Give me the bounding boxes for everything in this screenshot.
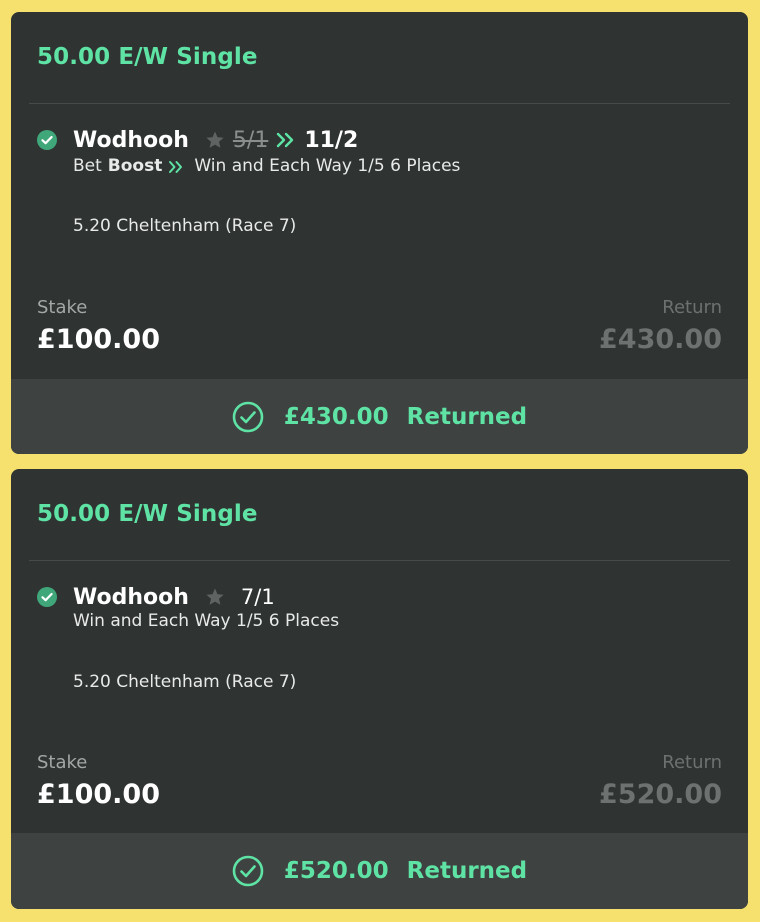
selection-name: Wodhooh — [73, 584, 189, 610]
each-way-terms: Win and Each Way 1/5 6 Places — [194, 156, 461, 176]
settlement-status: Returned — [406, 403, 528, 430]
settlement-footer: £430.00 Returned — [11, 379, 748, 454]
stake-value: £100.00 — [37, 779, 160, 810]
divider — [29, 560, 730, 561]
bet-card[interactable]: 50.00 E/W Single Wodhooh 7/1 Win and Eac… — [11, 469, 748, 909]
stake-label: Stake — [37, 752, 88, 773]
event-name[interactable]: 5.20 Cheltenham (Race 7) — [73, 672, 296, 692]
bet-boost-prefix: Bet — [73, 156, 102, 176]
return-label: Return — [662, 752, 722, 773]
star-icon[interactable] — [205, 587, 225, 607]
each-way-terms-row: Win and Each Way 1/5 6 Places — [73, 611, 339, 631]
stake-label: Stake — [37, 297, 88, 318]
odds: 7/1 — [240, 585, 275, 609]
check-circle-outline-icon — [232, 401, 264, 433]
star-icon[interactable] — [205, 130, 225, 150]
check-circle-filled-icon — [37, 587, 57, 607]
bet-type-title: 50.00 E/W Single — [37, 501, 258, 527]
bet-boost-label: Boost — [107, 156, 163, 176]
selection-name: Wodhooh — [73, 127, 189, 153]
bet-card-boosted[interactable]: 50.00 E/W Single Wodhooh 5/1 11/2 Bet Bo… — [11, 12, 748, 454]
boosted-odds: 11/2 — [304, 127, 359, 153]
selection-row: Wodhooh 7/1 — [37, 581, 275, 613]
bet-type-title: 50.00 E/W Single — [37, 44, 258, 70]
check-circle-filled-icon — [37, 130, 57, 150]
bet-boost-terms: Bet Boost Win and Each Way 1/5 6 Places — [73, 156, 460, 176]
event-name[interactable]: 5.20 Cheltenham (Race 7) — [73, 216, 296, 236]
return-value: £430.00 — [599, 324, 722, 355]
divider — [29, 103, 730, 104]
selection-row: Wodhooh 5/1 11/2 — [37, 124, 358, 156]
returned-amount: £430.00 — [283, 403, 389, 430]
double-chevron-right-icon — [168, 159, 184, 173]
double-chevron-right-icon — [276, 131, 296, 149]
return-value: £520.00 — [599, 779, 722, 810]
returned-amount: £520.00 — [283, 858, 389, 884]
check-circle-outline-icon — [232, 855, 264, 887]
stake-value: £100.00 — [37, 324, 160, 355]
settlement-footer: £520.00 Returned — [11, 833, 748, 909]
settlement-status: Returned — [406, 858, 528, 884]
each-way-terms: Win and Each Way 1/5 6 Places — [73, 611, 340, 631]
return-label: Return — [662, 297, 722, 318]
original-odds: 5/1 — [232, 127, 269, 153]
